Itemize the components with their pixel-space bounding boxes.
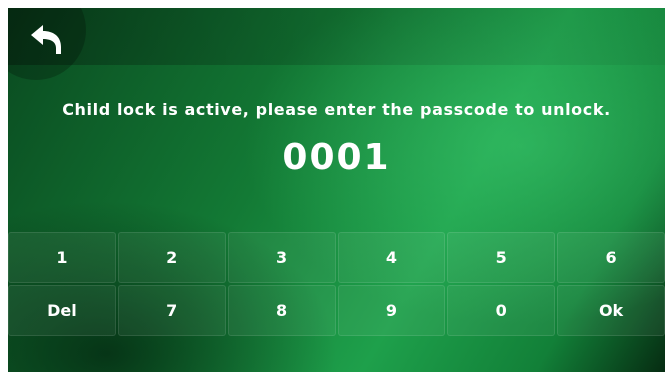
back-arrow-icon bbox=[31, 25, 61, 54]
back-button[interactable] bbox=[8, 8, 86, 80]
lock-message: Child lock is active, please enter the p… bbox=[62, 100, 611, 119]
key-8[interactable]: 8 bbox=[227, 285, 336, 336]
key-4[interactable]: 4 bbox=[337, 232, 446, 283]
passcode-display: 0001 bbox=[282, 137, 391, 178]
key-2[interactable]: 2 bbox=[117, 232, 226, 283]
key-3[interactable]: 3 bbox=[227, 232, 336, 283]
key-1[interactable]: 1 bbox=[8, 232, 116, 283]
delete-key[interactable]: Del bbox=[8, 285, 116, 336]
key-0[interactable]: 0 bbox=[447, 285, 556, 336]
key-7[interactable]: 7 bbox=[117, 285, 226, 336]
key-6[interactable]: 6 bbox=[557, 232, 665, 283]
keypad: 1 2 3 4 5 6 Del 7 8 9 0 Ok bbox=[8, 232, 665, 336]
lock-screen: Child lock is active, please enter the p… bbox=[8, 8, 665, 372]
key-5[interactable]: 5 bbox=[447, 232, 556, 283]
key-9[interactable]: 9 bbox=[337, 285, 446, 336]
ok-key[interactable]: Ok bbox=[557, 285, 665, 336]
top-bar bbox=[8, 8, 665, 65]
